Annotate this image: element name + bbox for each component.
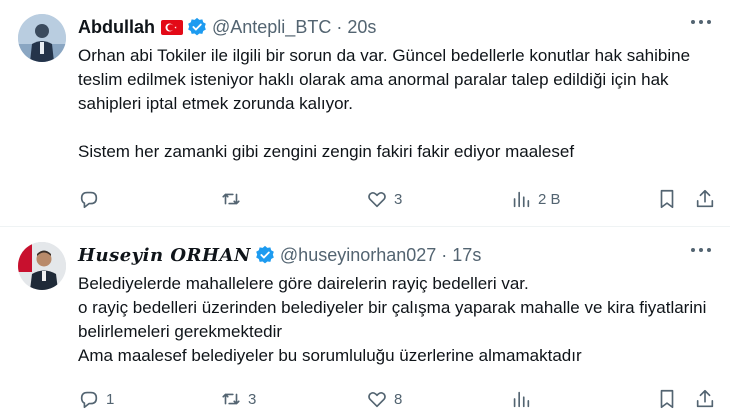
tweet-actions: 1 3 8 (78, 386, 718, 412)
separator-dot: · (441, 244, 448, 265)
timestamp[interactable]: 17s (452, 245, 481, 266)
retweet-icon (222, 393, 240, 405)
share-icon (696, 189, 714, 208)
verified-badge-icon (256, 245, 274, 264)
tweet-divider (0, 226, 730, 227)
more-options-icon[interactable] (690, 246, 712, 254)
more-options-icon[interactable] (690, 18, 712, 26)
tweet-paragraph: Belediyelerde mahallelere göre daireleri… (78, 274, 529, 293)
views-button[interactable] (510, 386, 538, 412)
retweet-icon (222, 193, 240, 205)
views-button[interactable]: 2 B (510, 186, 561, 212)
tweet-paragraph: Orhan abi Tokiler ile ilgili bir sorun d… (78, 46, 691, 113)
tweet-header: Abdullah @Antepli_BTC · 20s (78, 14, 376, 40)
avatar[interactable] (18, 14, 66, 62)
tweet-actions: 3 2 B (78, 186, 718, 212)
reply-icon (80, 391, 98, 409)
retweet-button[interactable]: 3 (220, 386, 256, 412)
tweet-header: Huseyin ORHAN @huseyinorhan027 · 17s (78, 242, 481, 268)
share-button[interactable] (694, 386, 716, 412)
share-button[interactable] (694, 186, 716, 212)
display-name[interactable]: Abdullah (78, 17, 155, 38)
tweet-text: Belediyelerde mahallelere göre daireleri… (78, 272, 718, 368)
separator-dot: · (336, 16, 343, 37)
views-chart-icon (513, 391, 530, 408)
reply-icon (80, 191, 98, 209)
handle[interactable]: @Antepli_BTC (212, 17, 331, 38)
like-count: 8 (394, 390, 403, 408)
handle[interactable]: @huseyinorhan027 (280, 245, 436, 266)
avatar[interactable] (18, 242, 66, 290)
heart-icon (368, 391, 386, 408)
like-button[interactable]: 3 (366, 186, 402, 212)
verified-badge-icon (188, 17, 206, 36)
bookmark-icon (660, 189, 674, 209)
tweet-paragraph: Ama maalesef belediyeler bu sorumluluğu … (78, 346, 582, 365)
retweet-count: 3 (248, 390, 257, 408)
retweet-button[interactable] (220, 186, 248, 212)
heart-icon (368, 191, 386, 208)
turkey-flag-icon (161, 19, 183, 35)
reply-button[interactable]: 1 (78, 386, 114, 412)
tweet-text: Orhan abi Tokiler ile ilgili bir sorun d… (78, 44, 718, 164)
bookmark-button[interactable] (656, 386, 678, 412)
views-chart-icon (513, 191, 530, 208)
reply-count: 1 (106, 390, 115, 408)
share-icon (696, 389, 714, 408)
like-button[interactable]: 8 (366, 386, 402, 412)
tweet-1[interactable]: Abdullah @Antepli_BTC · 20s Orhan abi To… (0, 0, 730, 228)
views-count: 2 B (538, 190, 561, 208)
timestamp[interactable]: 20s (347, 17, 376, 38)
tweet-paragraph: o rayiç bedelleri üzerinden belediyeler … (78, 298, 707, 341)
tweet-2[interactable]: Huseyin ORHAN @huseyinorhan027 · 17s Bel… (0, 228, 730, 420)
like-count: 3 (394, 190, 403, 208)
display-name[interactable]: Huseyin ORHAN (78, 245, 251, 266)
bookmark-icon (660, 389, 674, 409)
tweet-paragraph: Sistem her zamanki gibi zengini zengin f… (78, 142, 575, 161)
bookmark-button[interactable] (656, 186, 678, 212)
reply-button[interactable] (78, 186, 106, 212)
